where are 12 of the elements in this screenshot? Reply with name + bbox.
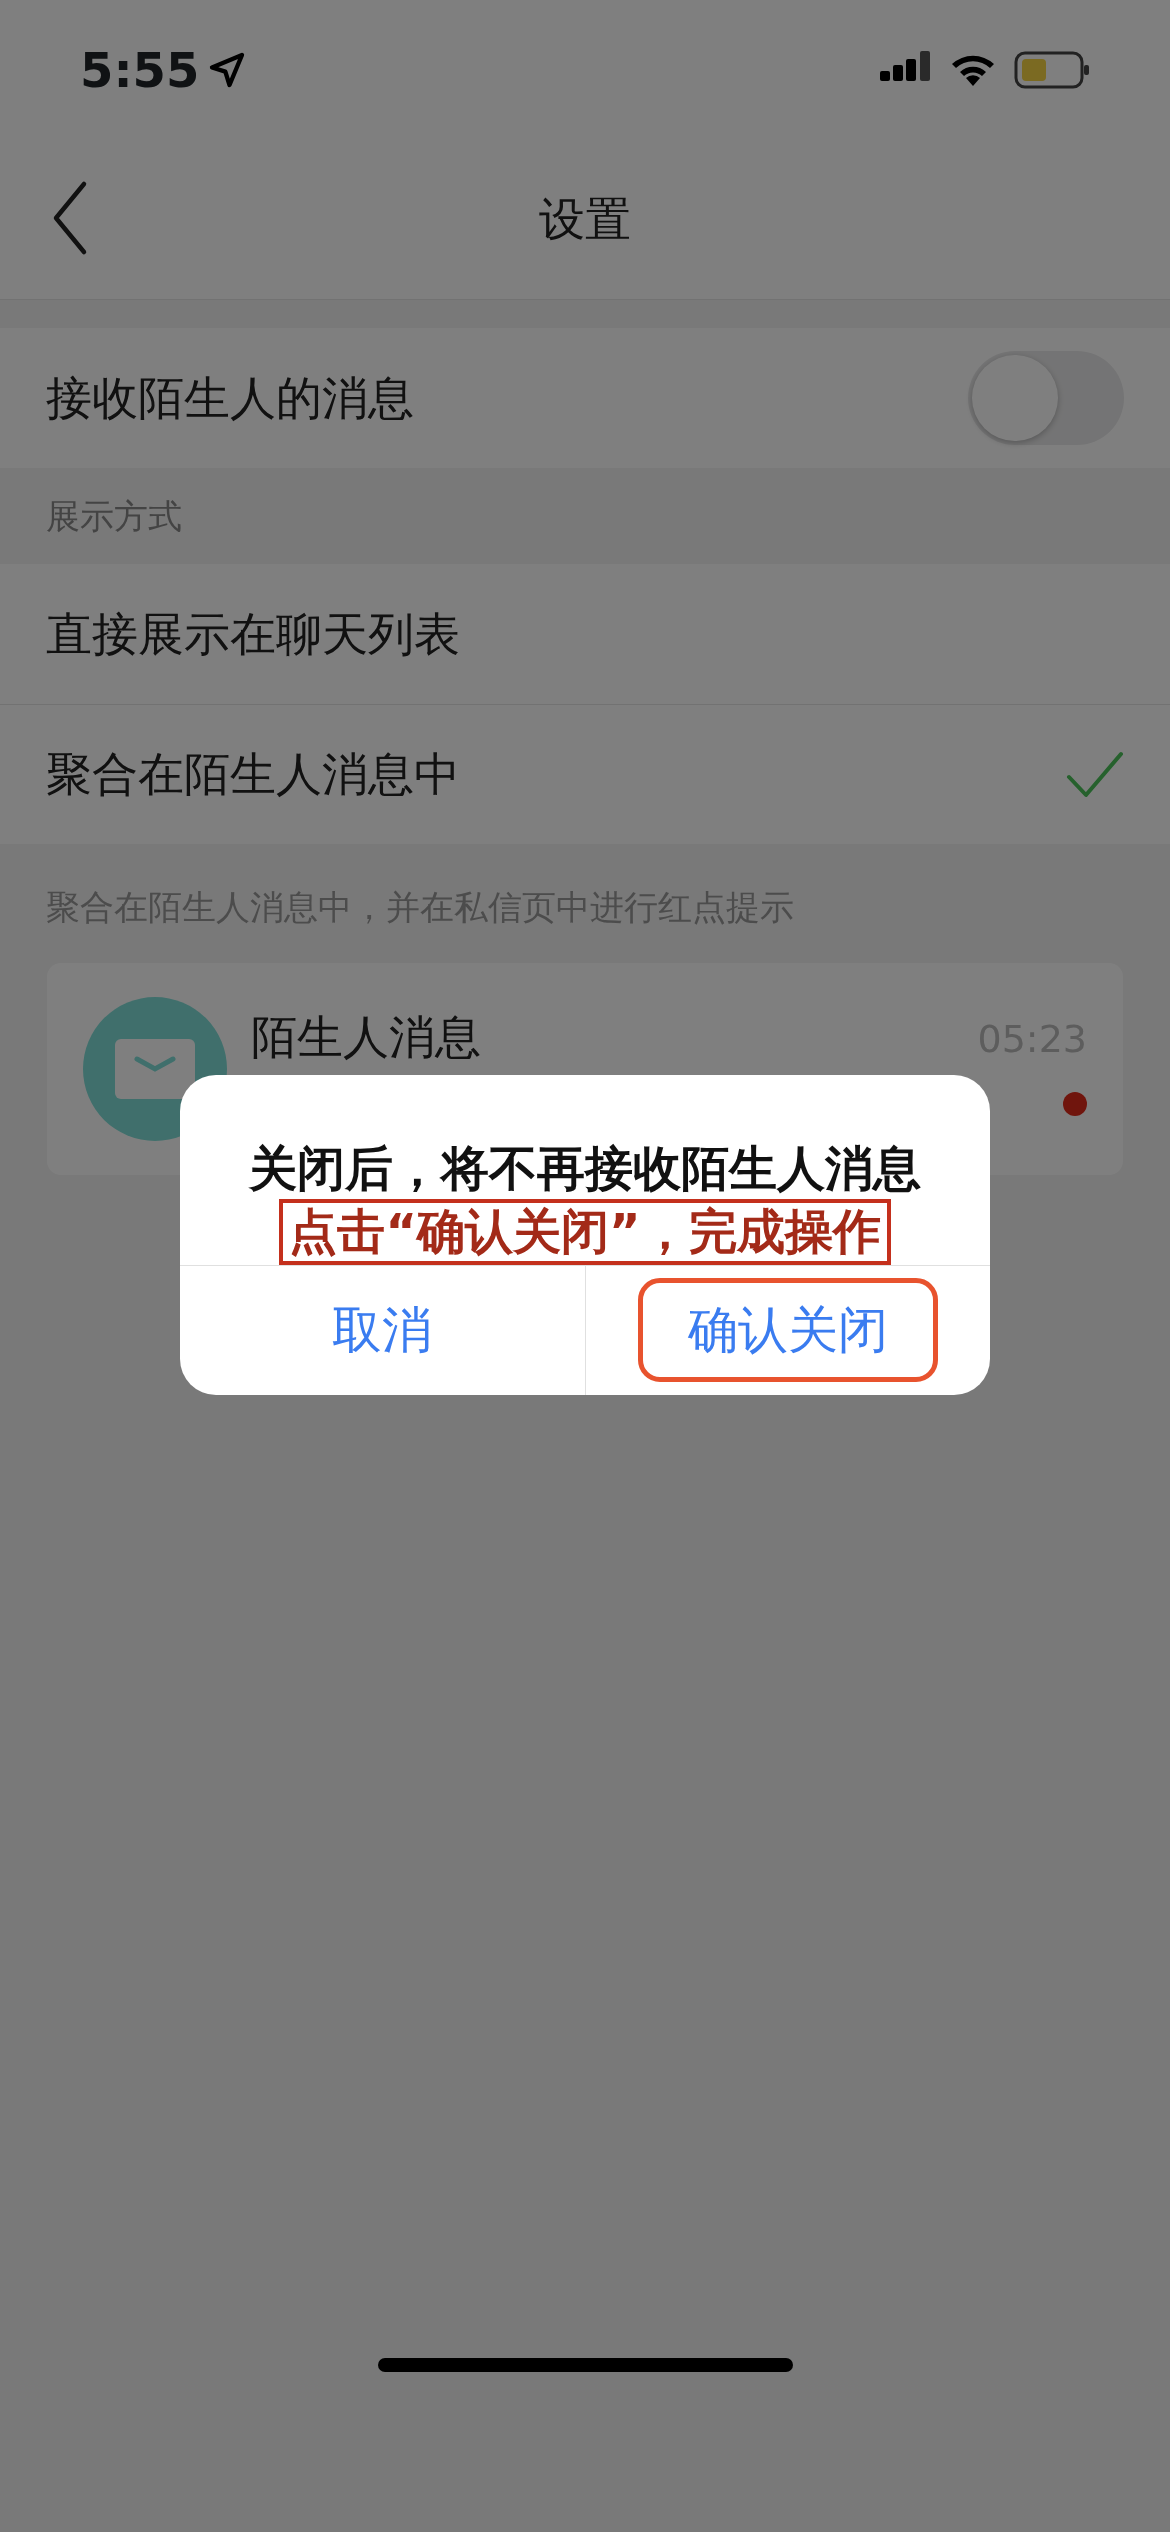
option-label: 直接展示在聊天列表	[46, 605, 460, 663]
message-title: 陌生人消息	[251, 1010, 481, 1064]
setting-label: 接收陌生人的消息	[46, 369, 414, 427]
option-row[interactable]: 直接展示在聊天列表	[0, 564, 1170, 704]
battery-icon	[1014, 51, 1090, 89]
page-title: 设置	[539, 191, 631, 248]
dialog-button[interactable]: 取消	[180, 1266, 585, 1395]
hint-annotation: 点击“确认关闭”，完成操作	[279, 1199, 891, 1265]
option-row[interactable]: 聚合在陌生人消息中	[0, 704, 1170, 844]
option-label: 聚合在陌生人消息中	[46, 746, 460, 803]
checkmark-icon	[1066, 750, 1124, 799]
clock-time: 5:55	[80, 41, 200, 100]
